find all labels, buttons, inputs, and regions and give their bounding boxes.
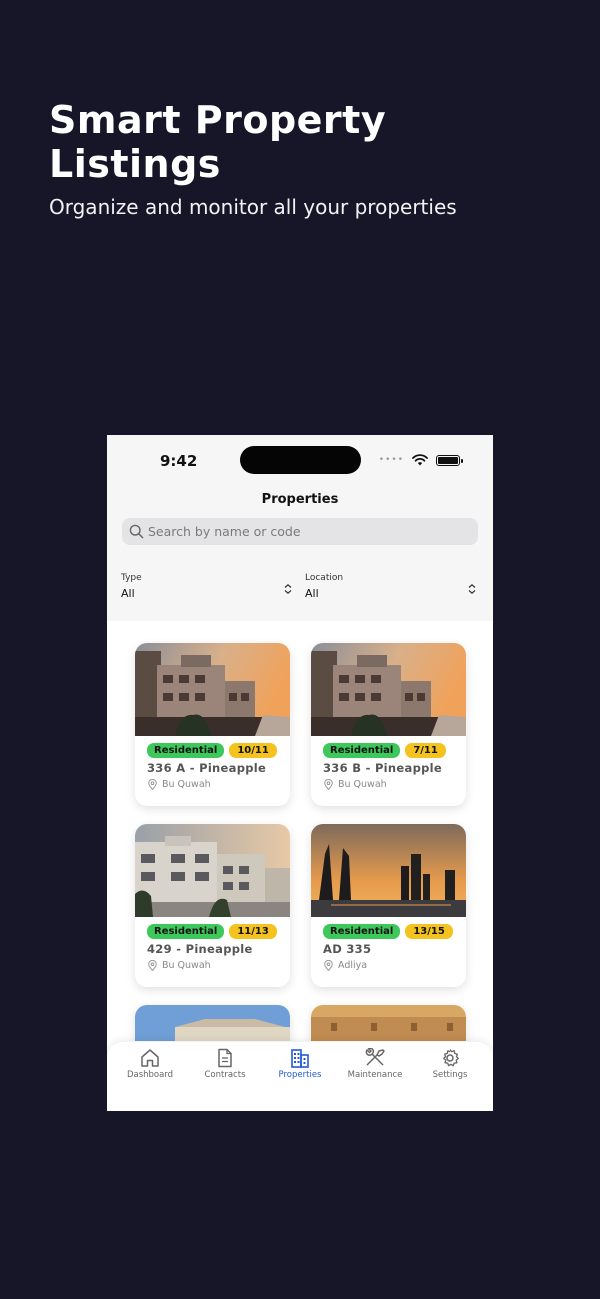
units-badge: 10/11 [229,743,277,758]
tab-label: Maintenance [347,1070,403,1080]
property-location-text: Bu Quwah [338,779,387,790]
type-badge: Residential [323,924,401,939]
location-pin-icon [324,960,333,971]
tab-contracts[interactable]: Contracts [188,1048,262,1080]
units-badge: 11/13 [229,924,277,939]
property-tags: Residential 7/11 [323,743,446,758]
hero-title-line2: Listings [49,142,221,186]
search-input[interactable] [148,524,468,539]
property-card[interactable]: Residential 7/11 336 B - Pineapple Bu Qu… [311,643,466,806]
hero-title-line1: Smart Property [49,98,387,142]
home-icon [141,1049,159,1067]
document-icon [218,1048,232,1068]
property-photo [311,1005,466,1041]
bottom-tab-bar: Dashboard Contracts Properties Maintenan… [107,1042,493,1111]
type-dropdown-icon[interactable] [283,583,293,595]
property-card[interactable]: Residential 11/13 429 - Pineapple Bu Quw… [135,824,290,987]
location-pin-icon [148,960,157,971]
tab-label: Settings [432,1070,468,1080]
tab-properties[interactable]: Properties [263,1048,337,1080]
wifi-icon [412,454,428,466]
property-location: Bu Quwah [148,779,211,790]
units-badge: 13/15 [405,924,453,939]
property-tags: Residential 10/11 [147,743,277,758]
property-name: 336 A - Pineapple [147,761,267,775]
hero: Smart Property Listings Organize and mon… [49,98,569,220]
tools-icon [365,1048,385,1066]
property-photo [135,643,290,736]
property-photo [135,824,290,917]
property-tags: Residential 11/13 [147,924,277,939]
type-filter-label: Type [121,573,142,583]
tab-settings[interactable]: Settings [413,1048,487,1080]
property-card[interactable]: Residential 10/11 336 A - Pineapple Bu Q… [135,643,290,806]
type-badge: Residential [147,743,225,758]
location-filter-label: Location [305,573,344,583]
property-location: Bu Quwah [148,960,211,971]
signal-icon: •••• [378,455,404,465]
location-filter-value: All [305,587,319,600]
tab-maintenance[interactable]: Maintenance [338,1048,412,1080]
type-badge: Residential [323,743,401,758]
property-photo [311,824,466,917]
property-photo [311,643,466,736]
phone-screen: 9:42 •••• Properties Type All [107,435,493,1111]
property-location-text: Adliya [338,960,368,971]
buildings-icon [291,1049,309,1068]
property-location-text: Bu Quwah [162,960,211,971]
property-name: 336 B - Pineapple [323,761,442,775]
property-photo [135,1005,290,1041]
tab-label: Dashboard [126,1070,174,1080]
location-dropdown-icon[interactable] [467,583,477,595]
property-location: Bu Quwah [324,779,387,790]
property-grid: Residential 10/11 336 A - Pineapple Bu Q… [107,621,493,1041]
property-name: 429 - Pineapple [147,942,253,956]
units-badge: 7/11 [405,743,446,758]
location-pin-icon [148,779,157,790]
type-badge: Residential [147,924,225,939]
property-location-text: Bu Quwah [162,779,211,790]
status-time: 9:42 [160,452,198,470]
gear-icon [443,1049,459,1067]
property-tags: Residential 13/15 [323,924,453,939]
property-name: AD 335 [323,942,372,956]
search-bar[interactable] [122,518,478,545]
tab-dashboard[interactable]: Dashboard [113,1048,187,1080]
property-card[interactable] [311,1005,466,1041]
page-title: Properties [261,492,339,507]
location-filter[interactable]: Location All [305,573,343,600]
tab-label: Contracts [204,1070,246,1080]
dynamic-island [240,446,361,474]
type-filter-value: All [121,587,135,600]
type-filter[interactable]: Type All [121,573,142,600]
hero-title: Smart Property Listings [49,98,569,186]
header-area: 9:42 •••• Properties Type All [107,435,493,621]
status-icons: •••• [378,454,463,466]
battery-icon [436,454,463,466]
property-location: Adliya [324,960,367,971]
tab-label: Properties [278,1070,322,1080]
hero-subtitle: Organize and monitor all your properties [49,195,457,219]
property-card[interactable]: Residential 13/15 AD 335 Adliya [311,824,466,987]
property-card[interactable] [135,1005,290,1041]
location-pin-icon [324,779,333,790]
search-icon [129,524,144,539]
